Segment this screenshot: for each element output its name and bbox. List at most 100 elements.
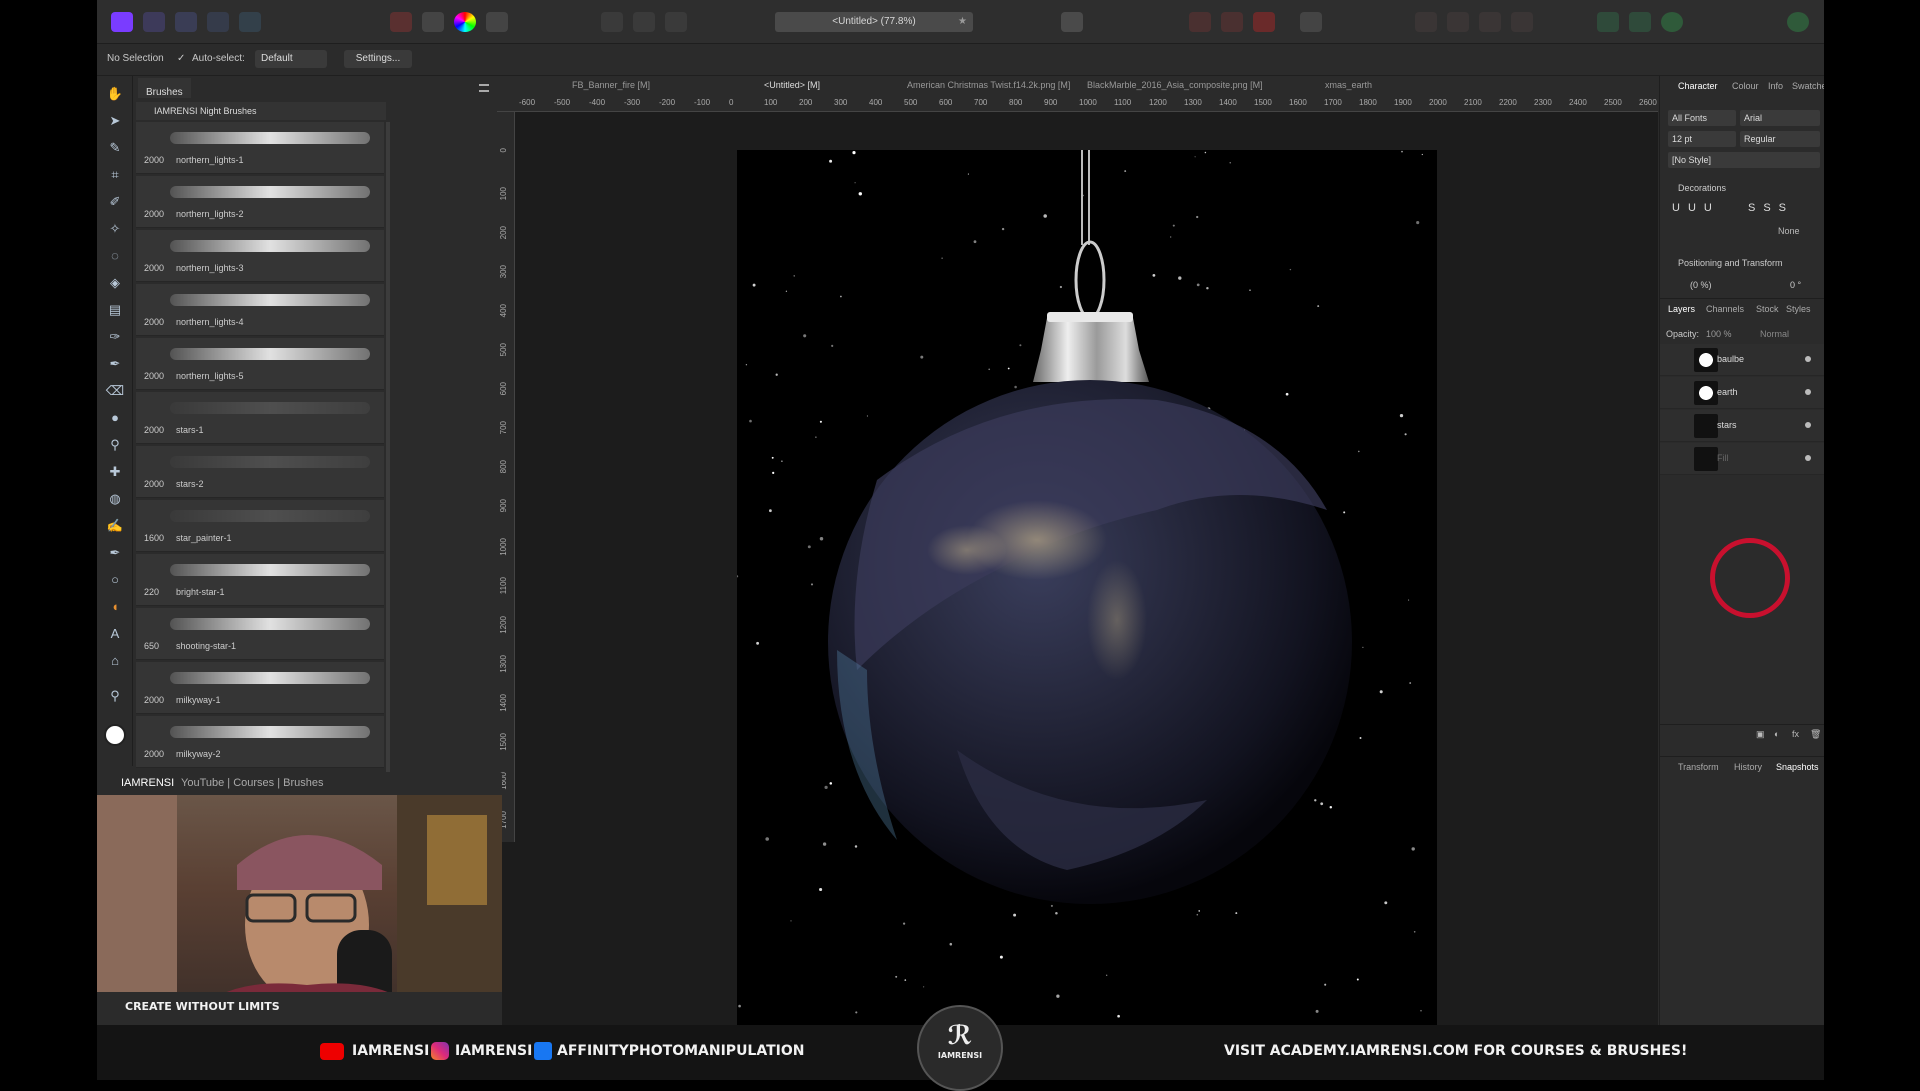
color-wheel-icon[interactable]: [454, 12, 476, 32]
brush-list-scrollbar[interactable]: [386, 122, 390, 772]
tab-styles[interactable]: Styles: [1786, 304, 1811, 314]
layer-visibility-toggle[interactable]: [1805, 455, 1811, 461]
strikethrough-icons[interactable]: SSS: [1748, 202, 1794, 214]
red-assistant-icon[interactable]: [1253, 12, 1275, 32]
font-size-field[interactable]: 12 pt: [1668, 131, 1736, 147]
liquify-persona-icon[interactable]: [143, 12, 165, 32]
brush-item[interactable]: 2000 milkyway-1: [136, 662, 384, 714]
auto-select-dropdown[interactable]: Default: [255, 50, 327, 68]
tab-colour[interactable]: Colour: [1732, 81, 1759, 91]
quick-mask-icon[interactable]: [1061, 12, 1083, 32]
paint-brush-icon[interactable]: ✑: [105, 327, 125, 347]
layer-visibility-toggle[interactable]: [1805, 422, 1811, 428]
angle-value[interactable]: 0 °: [1790, 280, 1801, 290]
tab-history[interactable]: History: [1734, 762, 1762, 772]
brush-item[interactable]: 650 shooting-star-1: [136, 608, 384, 660]
brush-item[interactable]: 1600 star_painter-1: [136, 500, 384, 552]
marquee-icon[interactable]: [601, 12, 623, 32]
live-filter-icon[interactable]: fx: [1792, 729, 1799, 739]
marquee-tool-icon[interactable]: ◌: [105, 246, 125, 266]
brush-item[interactable]: 2000 northern_lights-2: [136, 176, 384, 228]
blend-mode-select[interactable]: Normal: [1760, 329, 1789, 339]
doc-tab-4[interactable]: BlackMarble_2016_Asia_composite.png [M]: [1087, 80, 1263, 90]
zoom-tool-icon[interactable]: ⚲: [105, 686, 125, 706]
text-tool-icon[interactable]: A: [105, 624, 125, 644]
brush-category-dropdown[interactable]: IAMRENSI Night Brushes: [136, 102, 386, 120]
doc-tab-3[interactable]: American Christmas Twist.f14.2k.png [M]: [907, 80, 1070, 90]
flood-select-icon[interactable]: ✧: [105, 219, 125, 239]
selection-brush-icon[interactable]: [486, 12, 508, 32]
brush-item[interactable]: 2000 stars-1: [136, 392, 384, 444]
selection-brush-tool-icon[interactable]: ✐: [105, 192, 125, 212]
decorations-header[interactable]: Decorations: [1678, 183, 1726, 193]
doc-tab-2[interactable]: <Untitled> [M]: [764, 80, 820, 90]
flood-fill-icon[interactable]: ◈: [105, 273, 125, 293]
tab-stock[interactable]: Stock: [1756, 304, 1779, 314]
tab-info[interactable]: Info: [1768, 81, 1783, 91]
export-persona-icon[interactable]: [239, 12, 261, 32]
underline-icons[interactable]: UUU: [1672, 202, 1720, 214]
font-weight-select[interactable]: Regular: [1740, 131, 1820, 147]
brushes-tab[interactable]: Brushes: [138, 78, 191, 98]
order-icon[interactable]: [1447, 12, 1469, 32]
doc-tab-5[interactable]: xmas_earth: [1325, 80, 1372, 90]
layer-row[interactable]: earth: [1660, 377, 1824, 409]
brush-item[interactable]: 2000 northern_lights-1: [136, 122, 384, 174]
adjustment-layer-icon[interactable]: ◐: [1774, 729, 1779, 739]
brush-item[interactable]: 2000 northern_lights-3: [136, 230, 384, 282]
snapping-icon[interactable]: [1189, 12, 1211, 32]
deselect-icon[interactable]: [633, 12, 655, 32]
position-value[interactable]: (0 %): [1690, 280, 1712, 290]
tab-transform[interactable]: Transform: [1678, 762, 1719, 772]
foreground-color-swatch[interactable]: [104, 724, 126, 746]
brush-item[interactable]: 2000 stars-2: [136, 446, 384, 498]
font-collection-select[interactable]: All Fonts: [1668, 110, 1736, 126]
hand-tool-icon[interactable]: ✋: [105, 84, 125, 104]
document-canvas[interactable]: [737, 150, 1437, 1025]
opacity-value[interactable]: 100 %: [1706, 329, 1732, 339]
globe-icon[interactable]: [1661, 12, 1683, 32]
tone-mapping-persona-icon[interactable]: [207, 12, 229, 32]
delete-layer-icon[interactable]: 🗑: [1810, 729, 1821, 740]
layer-row[interactable]: baulbe: [1660, 344, 1824, 376]
erase-brush-icon[interactable]: ⌫: [105, 381, 125, 401]
add-pixel-layer-icon[interactable]: ▣: [1756, 729, 1765, 740]
brush-item[interactable]: 2000 milkyway-2: [136, 716, 384, 768]
healing-brush-icon[interactable]: ✚: [105, 462, 125, 482]
move-tool-icon[interactable]: ➤: [105, 111, 125, 131]
color-picker-icon[interactable]: ✎: [105, 138, 125, 158]
invert-selection-icon[interactable]: [665, 12, 687, 32]
pixel-tool-icon[interactable]: ✒: [105, 354, 125, 374]
mesh-warp-icon[interactable]: ⌂: [105, 651, 125, 671]
ellipse-tool-icon[interactable]: ○: [105, 570, 125, 590]
transform-icon[interactable]: [1511, 12, 1533, 32]
clone-tool-icon[interactable]: ⚲: [105, 435, 125, 455]
assistant-icon[interactable]: [1300, 12, 1322, 32]
align-icon[interactable]: [1597, 12, 1619, 32]
photo-persona-icon[interactable]: [111, 12, 133, 32]
tab-snapshots[interactable]: Snapshots: [1776, 762, 1819, 772]
layer-visibility-toggle[interactable]: [1805, 356, 1811, 362]
brush-item[interactable]: 2000 northern_lights-4: [136, 284, 384, 336]
brush-item[interactable]: 220 bright-star-1: [136, 554, 384, 606]
copy-icon[interactable]: [1629, 12, 1651, 32]
develop-persona-icon[interactable]: [175, 12, 197, 32]
pen-tool-icon[interactable]: ✒: [105, 543, 125, 563]
tab-layers[interactable]: Layers: [1668, 304, 1695, 314]
tab-channels[interactable]: Channels: [1706, 304, 1744, 314]
panel-menu-icon[interactable]: [479, 84, 489, 92]
positioning-header[interactable]: Positioning and Transform: [1678, 258, 1783, 268]
smudge-icon[interactable]: ✍: [105, 516, 125, 536]
levels-icon[interactable]: [390, 12, 412, 32]
view-mode-icon[interactable]: [1221, 12, 1243, 32]
user-account-icon[interactable]: [1787, 12, 1809, 32]
boolean-icon[interactable]: [1479, 12, 1501, 32]
dodge-tool-icon[interactable]: ●: [105, 408, 125, 428]
arrange-icon[interactable]: [1415, 12, 1437, 32]
crop-tool-icon[interactable]: ⌗: [105, 165, 125, 185]
layer-row[interactable]: Fill: [1660, 443, 1824, 475]
font-family-select[interactable]: Arial: [1740, 110, 1820, 126]
shape-tool-icon[interactable]: ◖: [105, 597, 125, 617]
text-style-select[interactable]: [No Style]: [1668, 152, 1820, 168]
gradient-tool-icon[interactable]: ▤: [105, 300, 125, 320]
